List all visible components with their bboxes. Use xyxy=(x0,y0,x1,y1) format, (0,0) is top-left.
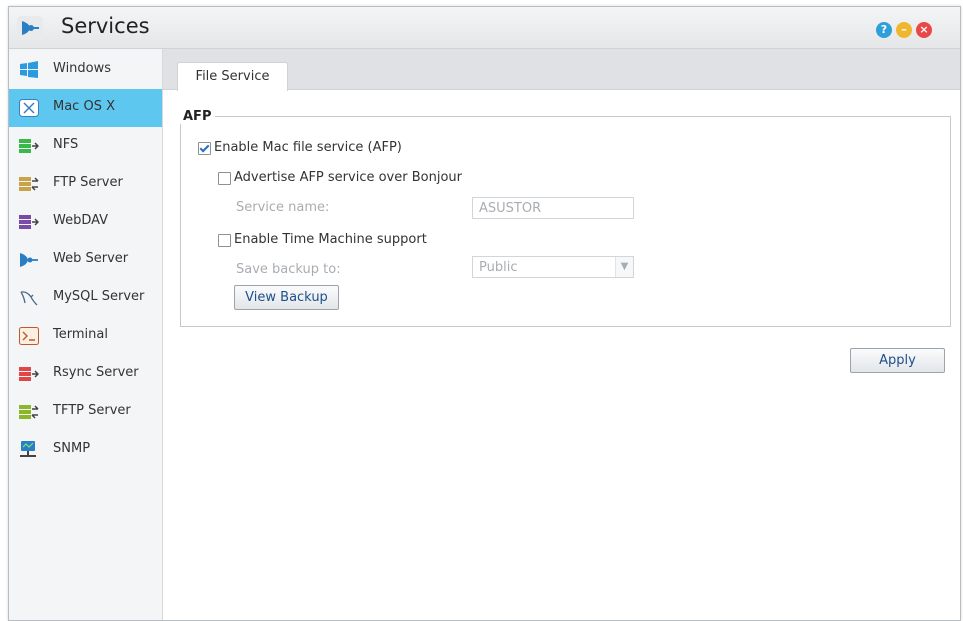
service-name-label: Service name: xyxy=(236,200,330,215)
sidebar-item-mac-os-x[interactable]: Mac OS X xyxy=(9,89,162,127)
sidebar-item-label: Web Server xyxy=(53,251,129,266)
sidebar-item-label: FTP Server xyxy=(53,175,123,190)
sidebar-item-label: WebDAV xyxy=(53,213,109,228)
services-app-icon xyxy=(17,16,43,40)
minimize-button[interactable]: – xyxy=(896,22,912,38)
sidebar-item-label: MySQL Server xyxy=(53,289,145,304)
service-name-input[interactable]: ASUSTOR xyxy=(472,197,634,219)
bonjour-label: Advertise AFP service over Bonjour xyxy=(234,170,462,185)
web-server-icon xyxy=(20,253,38,267)
sidebar-item-mysql-server[interactable]: MySQL Server xyxy=(9,279,162,317)
sidebar-item-nfs[interactable]: NFS xyxy=(9,127,162,165)
sidebar-item-label: Terminal xyxy=(53,327,108,342)
mysql-dolphin-icon xyxy=(20,291,38,306)
sidebar: Windows Mac OS X NFS FTP Server WebDAV W… xyxy=(9,49,163,620)
tab-file-service[interactable]: File Service xyxy=(177,62,288,91)
apply-button[interactable]: Apply xyxy=(850,348,945,373)
time-machine-label: Enable Time Machine support xyxy=(234,232,427,247)
sidebar-item-terminal[interactable]: Terminal xyxy=(9,317,162,355)
time-machine-checkbox[interactable] xyxy=(218,234,231,247)
nfs-icon xyxy=(19,139,39,153)
sidebar-item-label: Rsync Server xyxy=(53,365,139,380)
services-window: Services ? – × Windows Mac OS X NFS FTP … xyxy=(8,6,961,621)
window-title: Services xyxy=(61,14,150,38)
close-button[interactable]: × xyxy=(916,22,932,38)
sidebar-item-windows[interactable]: Windows xyxy=(9,51,162,89)
chevron-down-icon: ▼ xyxy=(615,257,633,277)
enable-afp-checkbox[interactable] xyxy=(198,142,211,155)
sidebar-item-label: TFTP Server xyxy=(53,403,131,418)
tab-label: File Service xyxy=(195,69,270,84)
sidebar-item-label: Windows xyxy=(53,61,112,76)
webdav-icon xyxy=(19,215,39,229)
snmp-icon xyxy=(20,441,36,457)
save-backup-value: Public xyxy=(479,260,518,275)
sidebar-item-web-server[interactable]: Web Server xyxy=(9,241,162,279)
save-backup-label: Save backup to: xyxy=(236,262,341,277)
sidebar-item-label: NFS xyxy=(53,137,79,152)
tab-strip: File Service xyxy=(163,49,960,91)
sidebar-item-rsync-server[interactable]: Rsync Server xyxy=(9,355,162,393)
ftp-server-icon xyxy=(19,177,39,191)
bonjour-checkbox[interactable] xyxy=(218,172,231,185)
rsync-server-icon xyxy=(19,367,39,381)
sidebar-item-ftp-server[interactable]: FTP Server xyxy=(9,165,162,203)
sidebar-item-webdav[interactable]: WebDAV xyxy=(9,203,162,241)
title-bar: Services ? – × xyxy=(9,7,960,49)
save-backup-select[interactable]: Public ▼ xyxy=(472,256,634,278)
windows-icon xyxy=(20,61,38,78)
afp-legend: AFP xyxy=(180,109,216,124)
view-backup-button[interactable]: View Backup xyxy=(234,285,339,310)
tftp-server-icon xyxy=(19,405,39,419)
sidebar-item-label: SNMP xyxy=(53,441,91,456)
sidebar-item-tftp-server[interactable]: TFTP Server xyxy=(9,393,162,431)
mac-os-x-icon xyxy=(19,99,39,117)
enable-afp-label: Enable Mac file service (AFP) xyxy=(214,140,402,155)
help-button[interactable]: ? xyxy=(876,22,892,38)
sidebar-item-snmp[interactable]: SNMP xyxy=(9,431,162,469)
terminal-icon xyxy=(19,327,39,345)
sidebar-item-label: Mac OS X xyxy=(53,99,115,114)
content-area: File Service AFP Enable Mac file service… xyxy=(163,49,960,620)
